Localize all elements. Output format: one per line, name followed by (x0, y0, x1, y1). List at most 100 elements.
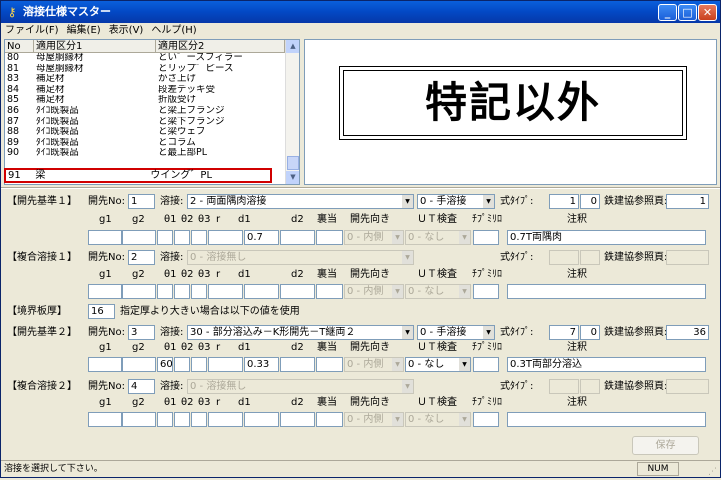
groove1-g1-field[interactable] (88, 230, 122, 245)
multi2-shiki2-input[interactable] (580, 379, 600, 394)
groove2-t3-field[interactable] (191, 357, 207, 372)
list-item[interactable]: 83 補足材 かさ上げ (5, 74, 299, 85)
groove1-t2-field[interactable] (174, 230, 190, 245)
scroll-thumb[interactable] (287, 156, 299, 170)
chevron-down-icon[interactable]: ▼ (392, 358, 403, 371)
groove1-shiki2-input[interactable]: 0 (580, 194, 600, 209)
multi1-ref-input[interactable] (666, 250, 709, 265)
groove2-g1-field[interactable] (88, 357, 122, 372)
groove1-note-field[interactable]: 0.7T両隅肉 (507, 230, 706, 245)
multi1-no-input[interactable]: 2 (128, 250, 155, 265)
multi2-ref-input[interactable] (666, 379, 709, 394)
multi1-chip-field[interactable] (473, 284, 499, 299)
chevron-down-icon[interactable]: ▼ (392, 285, 403, 298)
multi2-ut-field[interactable]: 0 - なし ▼ (405, 412, 471, 427)
multi2-t3-field[interactable] (191, 412, 207, 427)
multi2-no-input[interactable]: 4 (128, 379, 155, 394)
selected-list-item[interactable]: 91 梁 ウイング゛PL (4, 168, 272, 183)
chevron-down-icon[interactable]: ▼ (483, 195, 494, 208)
multi2-note-field[interactable] (507, 412, 706, 427)
scroll-down-icon[interactable]: ▼ (286, 171, 299, 184)
chevron-down-icon[interactable]: ▼ (402, 251, 413, 264)
groove1-ut-field[interactable]: 0 - なし ▼ (405, 230, 471, 245)
menu-help[interactable]: ヘルプ(H) (147, 23, 200, 38)
chevron-down-icon[interactable]: ▼ (392, 413, 403, 426)
boundary-input[interactable]: 16 (88, 304, 115, 319)
menu-view[interactable]: 表示(V) (105, 23, 148, 38)
groove2-note-field[interactable]: 0.3T両部分溶込 (507, 357, 706, 372)
chevron-down-icon[interactable]: ▼ (402, 195, 413, 208)
groove2-shiki-input[interactable]: 7 (549, 325, 579, 340)
multi2-chip-field[interactable] (473, 412, 499, 427)
groove1-ref-input[interactable]: 1 (666, 194, 709, 209)
list-item[interactable]: 87 ﾀｲｺ既製品 と梁下フランジ (5, 117, 299, 128)
chevron-down-icon[interactable]: ▼ (483, 326, 494, 339)
groove2-ura-field[interactable] (316, 357, 343, 372)
col-usage2[interactable]: 適用区分2 (156, 40, 285, 53)
multi2-ura-field[interactable] (316, 412, 343, 427)
list-item[interactable]: 81 母屋胴縁材 とリップ゛ピース (5, 64, 299, 75)
groove1-type-select[interactable]: 0 - 手溶接 ▼ (417, 194, 495, 209)
groove2-weld-select[interactable]: 30 - 部分溶込み－K形開先－T継両２ ▼ (187, 325, 414, 340)
multi1-shiki2-input[interactable] (580, 250, 600, 265)
groove1-d2-field[interactable] (280, 230, 315, 245)
multi1-g1-field[interactable] (88, 284, 122, 299)
multi2-t2-field[interactable] (174, 412, 190, 427)
multi2-g1-field[interactable] (88, 412, 122, 427)
chevron-down-icon[interactable]: ▼ (459, 358, 470, 371)
multi2-weld-select[interactable]: 0 - 溶接無し ▼ (187, 379, 414, 394)
col-usage1[interactable]: 適用区分1 (34, 40, 156, 53)
multi1-t2-field[interactable] (174, 284, 190, 299)
multi1-d1-field[interactable] (244, 284, 279, 299)
multi2-dir-field[interactable]: 0 - 内側 ▼ (344, 412, 404, 427)
multi1-d2-field[interactable] (280, 284, 315, 299)
groove1-r-field[interactable] (208, 230, 243, 245)
col-no[interactable]: No (5, 40, 34, 53)
groove2-r-field[interactable] (208, 357, 243, 372)
multi2-d2-field[interactable] (280, 412, 315, 427)
list-item[interactable]: 90 ﾀｲｺ既製品 と最上部PL (5, 148, 299, 159)
chevron-down-icon[interactable]: ▼ (402, 380, 413, 393)
multi1-dir-field[interactable]: 0 - 内側 ▼ (344, 284, 404, 299)
multi2-t1-field[interactable] (157, 412, 173, 427)
multi1-t3-field[interactable] (191, 284, 207, 299)
groove2-shiki2-input[interactable]: 0 (580, 325, 600, 340)
minimize-button[interactable]: _ (658, 4, 677, 21)
groove1-shiki-input[interactable]: 1 (549, 194, 579, 209)
multi1-g2-field[interactable] (122, 284, 156, 299)
groove2-ut-field[interactable]: 0 - なし ▼ (405, 357, 471, 372)
groove2-d2-field[interactable] (280, 357, 315, 372)
groove1-chip-field[interactable] (473, 230, 499, 245)
groove2-no-input[interactable]: 3 (128, 325, 155, 340)
chevron-down-icon[interactable]: ▼ (459, 231, 470, 244)
groove1-weld-select[interactable]: 2 - 両面隅肉溶接 ▼ (187, 194, 414, 209)
groove2-d1-field[interactable]: 0.33 (244, 357, 279, 372)
save-button[interactable]: 保存 (632, 436, 699, 455)
groove2-dir-field[interactable]: 0 - 内側 ▼ (344, 357, 404, 372)
groove1-no-input[interactable]: 1 (128, 194, 155, 209)
scroll-up-icon[interactable]: ▲ (286, 40, 299, 53)
list-item[interactable]: 80 母屋胴縁材 とい゛ースフィラー (5, 53, 299, 64)
multi2-r-field[interactable] (208, 412, 243, 427)
groove1-d1-field[interactable]: 0.7 (244, 230, 279, 245)
multi1-note-field[interactable] (507, 284, 706, 299)
list-item[interactable]: 84 補足材 段差デッキ受 (5, 85, 299, 96)
list-item[interactable]: 88 ﾀｲｺ既製品 と梁ウェブ (5, 127, 299, 138)
multi1-t1-field[interactable] (157, 284, 173, 299)
groove2-t1-field[interactable]: 60 (157, 357, 173, 372)
multi1-weld-select[interactable]: 0 - 溶接無し ▼ (187, 250, 414, 265)
groove1-t3-field[interactable] (191, 230, 207, 245)
groove1-t1-field[interactable] (157, 230, 173, 245)
groove2-g2-field[interactable] (122, 357, 156, 372)
multi2-g2-field[interactable] (122, 412, 156, 427)
multi1-shiki-input[interactable] (549, 250, 579, 265)
chevron-down-icon[interactable]: ▼ (459, 413, 470, 426)
usage-listbox[interactable]: No 適用区分1 適用区分2 80 母屋胴縁材 とい゛ースフィラー 81 母屋胴縁材 とリ… (4, 39, 300, 185)
multi1-r-field[interactable] (208, 284, 243, 299)
groove1-g2-field[interactable] (122, 230, 156, 245)
menu-edit[interactable]: 編集(E) (63, 23, 105, 38)
list-scrollbar[interactable]: ▲ ▼ (285, 40, 299, 184)
chevron-down-icon[interactable]: ▼ (459, 285, 470, 298)
groove1-ura-field[interactable] (316, 230, 343, 245)
list-item[interactable]: 85 補足材 折版受け (5, 95, 299, 106)
